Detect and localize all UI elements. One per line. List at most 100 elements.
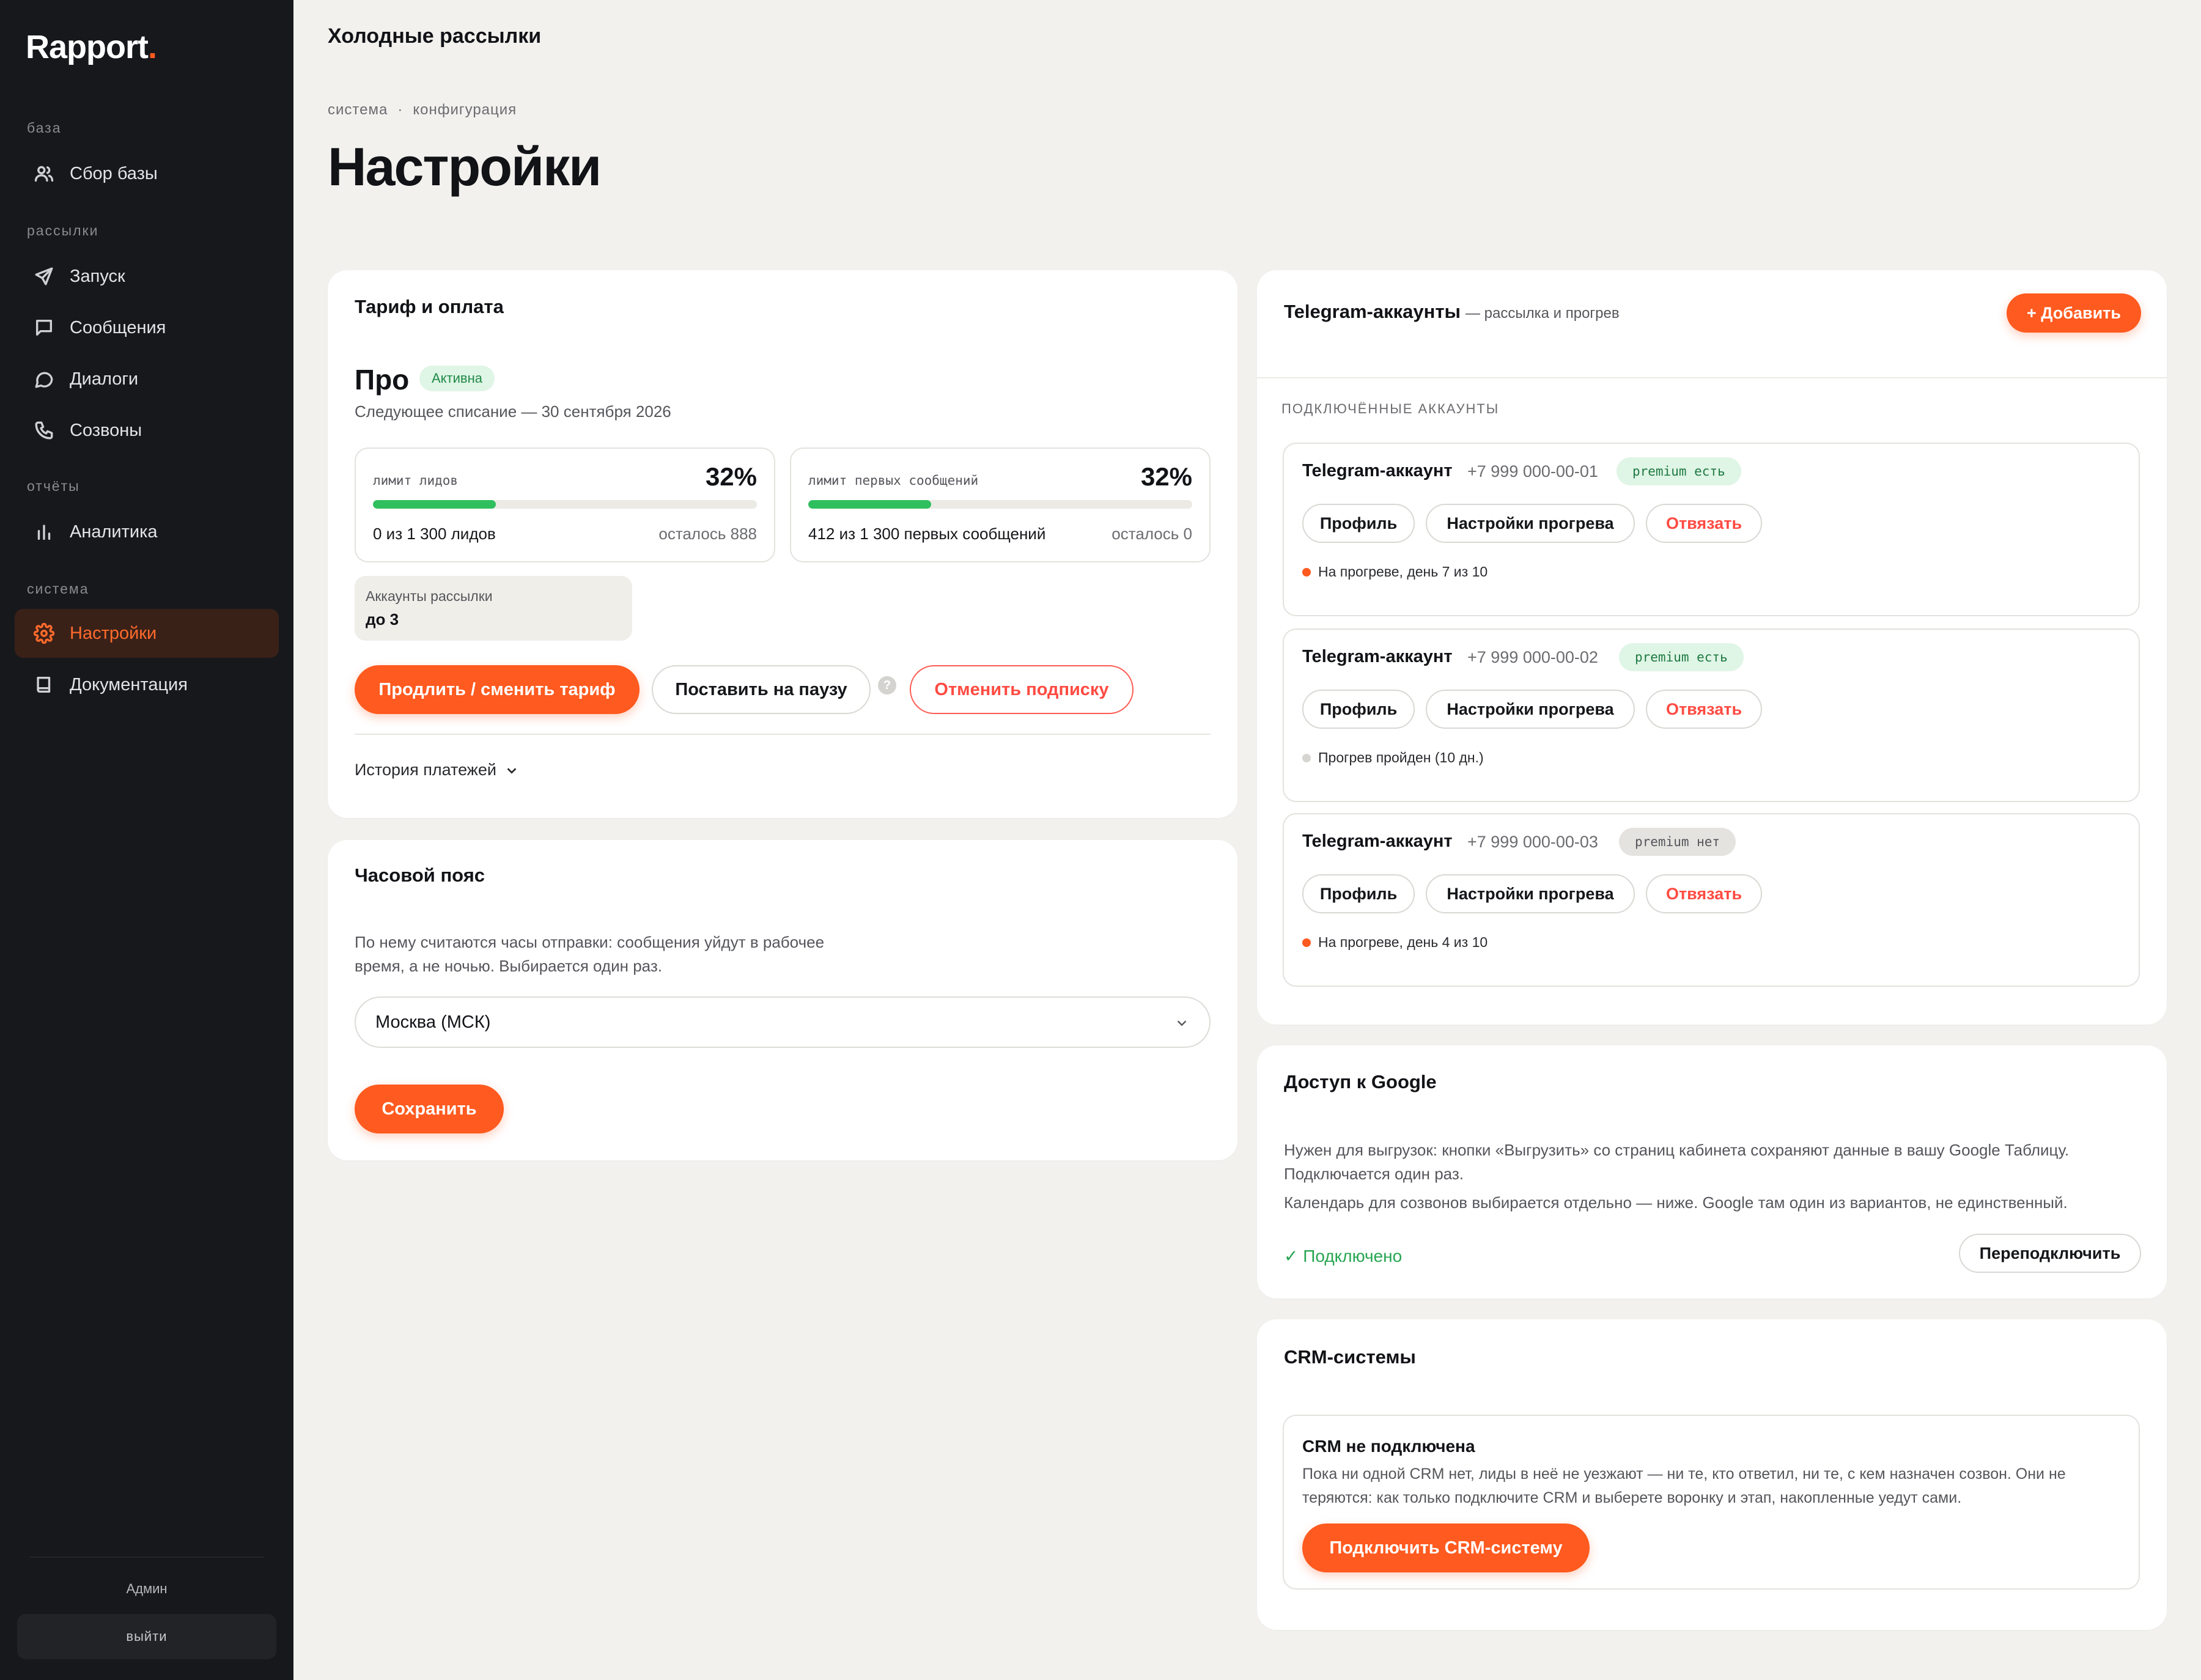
connection-status: ✓ Подключено [1284,1247,1403,1266]
account-status-text: На прогреве, день 4 из 10 [1318,934,1488,950]
sidebar-item-label: Аналитика [70,521,158,542]
logout-button[interactable]: выйти [17,1614,276,1659]
help-icon[interactable]: ? [878,676,896,694]
timezone-select[interactable]: Москва (МСК) [355,997,1211,1048]
sidebar-item-calls[interactable]: Созвоны [15,406,279,455]
account-name: Telegram-аккаунт [1302,461,1453,481]
card-title: Тариф и оплата [355,296,504,317]
premium-badge: premium нет [1619,828,1736,856]
sidebar-item-label: Запуск [70,266,125,286]
cancel-subscription-button[interactable]: Отменить подписку [910,665,1134,714]
google-access-card: Доступ к Google Нужен для выгрузок: кноп… [1257,1045,2167,1299]
timezone-description: По нему считаются часы отправки: сообщен… [355,933,825,975]
book-icon [32,672,56,697]
sidebar-item-label: Диалоги [70,369,139,389]
sidebar: Rapport. база Сбор базы рассылки Запуск … [0,0,293,1680]
account-phone: +7 999 000-00-01 [1467,462,1598,481]
nav-section-system: система [27,581,89,597]
payment-history-label: История платежей [355,761,496,779]
sidebar-divider [29,1557,264,1558]
gear-icon [32,621,56,646]
google-description: Нужен для выгрузок: кнопки «Выгрузить» с… [1284,1141,2070,1183]
sidebar-item-messages[interactable]: Сообщения [15,303,279,352]
plan-name: Про [355,364,410,396]
sidebar-item-analytics[interactable]: Аналитика [15,507,279,556]
chevron-down-icon [1177,1020,1187,1026]
nav-section-mailings: рассылки [27,223,99,238]
card-title: Часовой пояс [355,864,485,886]
breadcrumb-separator: · [397,101,404,118]
sidebar-item-label: Документация [70,674,188,694]
timezone-card: Часовой пояс По нему считаются часы отпр… [328,840,1237,1160]
app-section-title: Холодные рассылки [328,24,542,48]
unlink-button[interactable]: Отвязать [1646,504,1762,543]
sidebar-item-settings[interactable]: Настройки [15,609,279,658]
breadcrumb-item[interactable]: конфигурация [413,101,517,118]
account-phone: +7 999 000-00-02 [1467,648,1598,666]
limit-used: 412 из 1 300 первых сообщений [808,525,1046,543]
reconnect-button[interactable]: Переподключить [1959,1234,2141,1273]
sidebar-item-label: Созвоны [70,420,142,440]
nav-section-reports: отчёты [27,478,80,494]
warmup-settings-button[interactable]: Настройки прогрева [1426,690,1635,729]
status-dot [1302,938,1311,947]
crm-empty-description: Пока ни одной CRM нет, лиды в неё не уез… [1302,1465,2066,1506]
sidebar-item-label: Сообщения [70,317,166,337]
sidebar-item-dialogs[interactable]: Диалоги [15,355,279,403]
profile-button[interactable]: Профиль [1302,690,1415,729]
users-icon [32,161,56,186]
account-status-text: На прогреве, день 7 из 10 [1318,564,1488,580]
profile-button[interactable]: Профиль [1302,874,1415,913]
telegram-accounts-card: Telegram-аккаунты — рассылка и прогрев + … [1257,270,2167,1025]
divider [355,734,1211,735]
limit-label: лимит лидов [373,473,459,488]
breadcrumb-item[interactable]: система [328,101,388,118]
telegram-account-item: Telegram-аккаунт +7 999 000-00-01 premiu… [1283,443,2140,616]
limit-remaining: осталось 888 [658,525,757,543]
leads-limit-box: лимит лидов 32% 0 из 1 300 лидов осталос… [355,448,775,562]
logo[interactable]: Rapport. [26,28,157,66]
account-phone: +7 999 000-00-03 [1467,833,1598,851]
user-name: Админ [126,1581,168,1596]
mailing-accounts-label: Аккаунты рассылки [366,588,493,604]
sidebar-item-label: Настройки [70,623,157,643]
connect-crm-button[interactable]: Подключить CRM-систему [1302,1523,1590,1572]
warmup-settings-button[interactable]: Настройки прогрева [1426,504,1635,543]
limit-progress-bar [373,500,757,509]
timezone-selected-value: Москва (МСК) [375,1012,491,1032]
payment-history-toggle[interactable]: История платежей [355,761,518,779]
telegram-account-item: Telegram-аккаунт +7 999 000-00-02 premiu… [1283,628,2140,802]
telegram-subtitle: — рассылка и прогрев [1465,305,1620,322]
card-title: Telegram-аккаунты — рассылка и прогрев [1284,301,1620,323]
nav-section-base: база [27,120,62,136]
premium-badge: premium есть [1619,643,1744,671]
sidebar-item-lead-collection[interactable]: Сбор базы [15,149,279,198]
first-messages-limit-box: лимит первых сообщений 32% 412 из 1 300 … [790,448,1211,562]
sidebar-item-documentation[interactable]: Документация [15,660,279,709]
unlink-button[interactable]: Отвязать [1646,690,1762,729]
add-account-button[interactable]: + Добавить [2007,293,2141,333]
limit-percent: 32% [1140,462,1192,491]
breadcrumb: система · конфигурация [328,101,517,119]
renew-plan-button[interactable]: Продлить / сменить тариф [355,665,640,714]
crm-card: CRM-системы CRM не подключена Пока ни од… [1257,1319,2167,1630]
limit-progress-fill [373,500,496,509]
telegram-account-item: Telegram-аккаунт +7 999 000-00-03 premiu… [1283,813,2140,987]
pause-subscription-button[interactable]: Поставить на паузу [652,665,871,714]
send-icon [32,264,56,289]
sidebar-item-launch[interactable]: Запуск [15,252,279,301]
limit-label: лимит первых сообщений [808,473,979,488]
limit-percent: 32% [705,462,757,491]
card-title: Доступ к Google [1284,1071,1437,1092]
limit-progress-bar [808,500,1192,509]
profile-button[interactable]: Профиль [1302,504,1415,543]
mailing-accounts-box: Аккаунты рассылки до 3 [355,576,632,641]
unlink-button[interactable]: Отвязать [1646,874,1762,913]
message-square-icon [32,315,56,340]
account-name: Telegram-аккаунт [1302,647,1453,666]
next-charge-text: Следующее списание — 30 сентября 2026 [355,402,671,421]
google-calendar-note: Календарь для созвонов выбирается отдель… [1284,1193,2068,1212]
warmup-settings-button[interactable]: Настройки прогрева [1426,874,1635,913]
save-timezone-button[interactable]: Сохранить [355,1085,504,1133]
bar-chart-icon [32,520,56,544]
